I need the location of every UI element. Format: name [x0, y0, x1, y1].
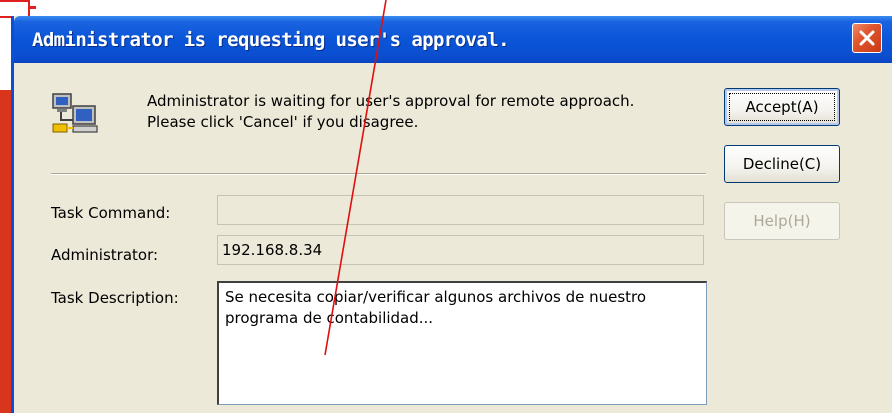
administrator-field[interactable]: 192.168.8.34 [217, 235, 704, 265]
approval-dialog: Administrator is requesting user's appro… [11, 16, 892, 413]
dialog-title: Administrator is requesting user's appro… [32, 29, 510, 51]
decline-button[interactable]: Decline(C) [724, 145, 840, 183]
help-button-label: Help(H) [753, 212, 811, 230]
background-mark [28, 6, 36, 9]
task-description-textarea[interactable]: Se necesita copiar/verificar algunos arc… [217, 281, 707, 405]
task-command-field[interactable] [217, 195, 704, 225]
approval-message: Administrator is waiting for user's appr… [147, 92, 635, 131]
dialog-body: Administrator is waiting for user's appr… [14, 63, 892, 413]
task-description-label: Task Description: [51, 289, 179, 307]
close-button[interactable] [852, 23, 882, 53]
separator [51, 173, 706, 175]
task-command-label: Task Command: [51, 204, 171, 222]
focus-ring [729, 93, 835, 121]
computer-network-icon [52, 93, 98, 133]
accept-button[interactable]: Accept(A) [724, 88, 840, 126]
administrator-label: Administrator: [51, 246, 159, 264]
help-button[interactable]: Help(H) [724, 202, 840, 240]
decline-button-label: Decline(C) [742, 155, 822, 173]
close-icon [859, 30, 875, 46]
title-bar[interactable]: Administrator is requesting user's appro… [14, 16, 892, 63]
